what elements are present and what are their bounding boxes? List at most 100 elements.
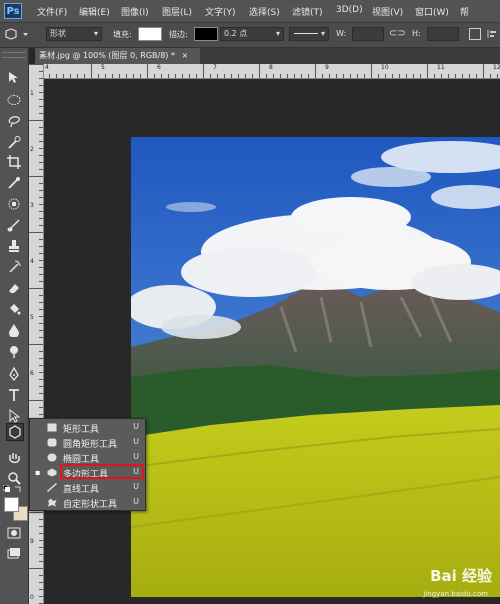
move-tool-icon[interactable] bbox=[6, 70, 22, 86]
color-reset-icons[interactable] bbox=[2, 484, 23, 495]
ruler-tick bbox=[29, 400, 43, 401]
ruler-tick bbox=[266, 74, 267, 78]
menu-filter[interactable]: 滤镜(T) bbox=[292, 5, 323, 18]
path-selection-tool-icon[interactable] bbox=[6, 408, 22, 424]
ruler-tick bbox=[84, 74, 85, 78]
stroke-width-field[interactable]: 0.2 点 ▾ bbox=[220, 27, 284, 41]
flyout-item-shortcut: U bbox=[133, 482, 139, 491]
pen-tool-icon[interactable] bbox=[6, 366, 22, 382]
menu-layer[interactable]: 图层(L) bbox=[162, 5, 192, 18]
width-label: W: bbox=[336, 29, 347, 38]
quick-mask-icon[interactable] bbox=[6, 525, 22, 541]
ruler-tick bbox=[39, 106, 43, 107]
panel-grip[interactable] bbox=[2, 52, 26, 58]
options-bar: 形状 ▾ 填充: 描边: 0.2 点 ▾ ▾ W: ⊂⊃ H: bbox=[0, 23, 500, 48]
ruler-tick bbox=[39, 533, 43, 534]
ruler-number: 5 bbox=[30, 314, 34, 321]
tool-mode-select[interactable]: 形状 ▾ bbox=[46, 27, 102, 41]
ruler-number: 9 bbox=[30, 538, 34, 545]
ruler-tick bbox=[39, 99, 43, 100]
ruler-tick bbox=[39, 379, 43, 380]
ruler-tick bbox=[39, 589, 43, 590]
ruler-tick bbox=[301, 74, 302, 78]
path-operations-icon[interactable] bbox=[469, 28, 481, 40]
line-icon bbox=[47, 482, 57, 493]
menu-help[interactable]: 帮 bbox=[460, 5, 469, 18]
ruler-tick bbox=[224, 74, 225, 78]
stroke-line-preview bbox=[294, 33, 318, 34]
history-brush-icon[interactable] bbox=[6, 259, 22, 275]
ruler-tick bbox=[98, 74, 99, 78]
blur-tool-icon[interactable] bbox=[6, 322, 22, 338]
clone-stamp-tool-icon[interactable] bbox=[6, 238, 22, 254]
ruler-tick bbox=[39, 155, 43, 156]
crop-tool-icon[interactable] bbox=[6, 154, 22, 170]
stroke-color-swatch[interactable] bbox=[194, 27, 218, 41]
brush-tool-icon[interactable] bbox=[6, 217, 22, 233]
canvas-image[interactable] bbox=[131, 137, 500, 597]
dodge-tool-icon[interactable] bbox=[6, 343, 22, 359]
ruler-tick bbox=[91, 64, 92, 78]
ruler-tick bbox=[245, 74, 246, 78]
menu-type[interactable]: 文字(Y) bbox=[205, 5, 236, 18]
ruler-tick bbox=[39, 162, 43, 163]
ruler-tick bbox=[133, 74, 134, 78]
ruler-tick bbox=[39, 519, 43, 520]
ruler-tick bbox=[39, 575, 43, 576]
eraser-tool-icon[interactable] bbox=[6, 280, 22, 296]
document-tab[interactable]: 素材.jpg @ 100% (图层 0, RGB/8) * × bbox=[35, 48, 200, 64]
ruler-tick bbox=[252, 74, 253, 78]
flyout-item-rounded-rectangle[interactable]: 圆角矩形工具 U bbox=[30, 435, 145, 450]
menu-3d[interactable]: 3D(D) bbox=[336, 5, 363, 15]
quick-selection-tool-icon[interactable] bbox=[6, 134, 22, 150]
ruler-tick bbox=[497, 74, 498, 78]
menu-select[interactable]: 选择(S) bbox=[249, 5, 280, 18]
flyout-item-rectangle[interactable]: 矩形工具 U bbox=[30, 420, 145, 435]
vertical-ruler[interactable]: 1234567890 bbox=[29, 64, 44, 604]
hand-tool-icon[interactable] bbox=[6, 450, 22, 466]
width-field[interactable] bbox=[352, 27, 384, 41]
marquee-tool-icon[interactable] bbox=[6, 92, 22, 108]
flyout-item-custom-shape[interactable]: 自定形状工具 U bbox=[30, 495, 145, 510]
document-tab-title: 素材.jpg @ 100% (图层 0, RGB/8) * bbox=[39, 51, 175, 60]
menu-edit[interactable]: 编辑(E) bbox=[79, 5, 110, 18]
zoom-tool-icon[interactable] bbox=[6, 470, 22, 486]
shape-tool-icon[interactable] bbox=[6, 423, 24, 441]
eyedropper-tool-icon[interactable] bbox=[6, 175, 22, 191]
ruler-tick bbox=[406, 74, 407, 78]
ruler-tick bbox=[273, 74, 274, 78]
ruler-tick bbox=[420, 74, 421, 78]
ruler-tick bbox=[210, 74, 211, 78]
stroke-type-select[interactable]: ▾ bbox=[289, 27, 329, 41]
flyout-item-line[interactable]: 直线工具 U bbox=[30, 480, 145, 495]
menu-view[interactable]: 视图(V) bbox=[372, 5, 403, 18]
ruler-tick bbox=[39, 169, 43, 170]
menu-window[interactable]: 窗口(W) bbox=[415, 5, 449, 18]
menu-file[interactable]: 文件(F) bbox=[37, 5, 67, 18]
tool-preset-picker[interactable] bbox=[4, 27, 30, 41]
lasso-tool-icon[interactable] bbox=[6, 113, 22, 129]
type-tool-icon[interactable] bbox=[6, 387, 22, 403]
paint-bucket-tool-icon[interactable] bbox=[6, 301, 22, 317]
foreground-color-swatch[interactable] bbox=[4, 497, 19, 512]
stroke-width-value: 0.2 点 bbox=[224, 29, 248, 38]
horizontal-ruler[interactable]: 4 5 6 7 8 9 10 11 12 bbox=[35, 64, 500, 79]
menu-image[interactable]: 图像(I) bbox=[121, 5, 149, 18]
fill-color-swatch[interactable] bbox=[138, 27, 162, 41]
height-field[interactable] bbox=[427, 27, 459, 41]
ruler-tick bbox=[39, 246, 43, 247]
ruler-tick bbox=[140, 74, 141, 78]
menu-bar: Ps 文件(F) 编辑(E) 图像(I) 图层(L) 文字(Y) 选择(S) 滤… bbox=[0, 0, 500, 23]
spot-healing-brush-icon[interactable] bbox=[6, 196, 22, 212]
flyout-item-ellipse[interactable]: 椭圆工具 U bbox=[30, 450, 145, 465]
ruler-tick bbox=[39, 302, 43, 303]
link-icon[interactable]: ⊂⊃ bbox=[389, 28, 406, 39]
ruler-tick bbox=[448, 74, 449, 78]
screen-mode-icon[interactable] bbox=[6, 546, 22, 562]
ruler-tick bbox=[39, 274, 43, 275]
ruler-tick bbox=[294, 74, 295, 78]
path-alignment-icon[interactable] bbox=[486, 28, 498, 40]
ruler-tick bbox=[39, 78, 43, 79]
close-icon[interactable]: × bbox=[182, 51, 189, 60]
ruler-tick bbox=[203, 64, 204, 78]
